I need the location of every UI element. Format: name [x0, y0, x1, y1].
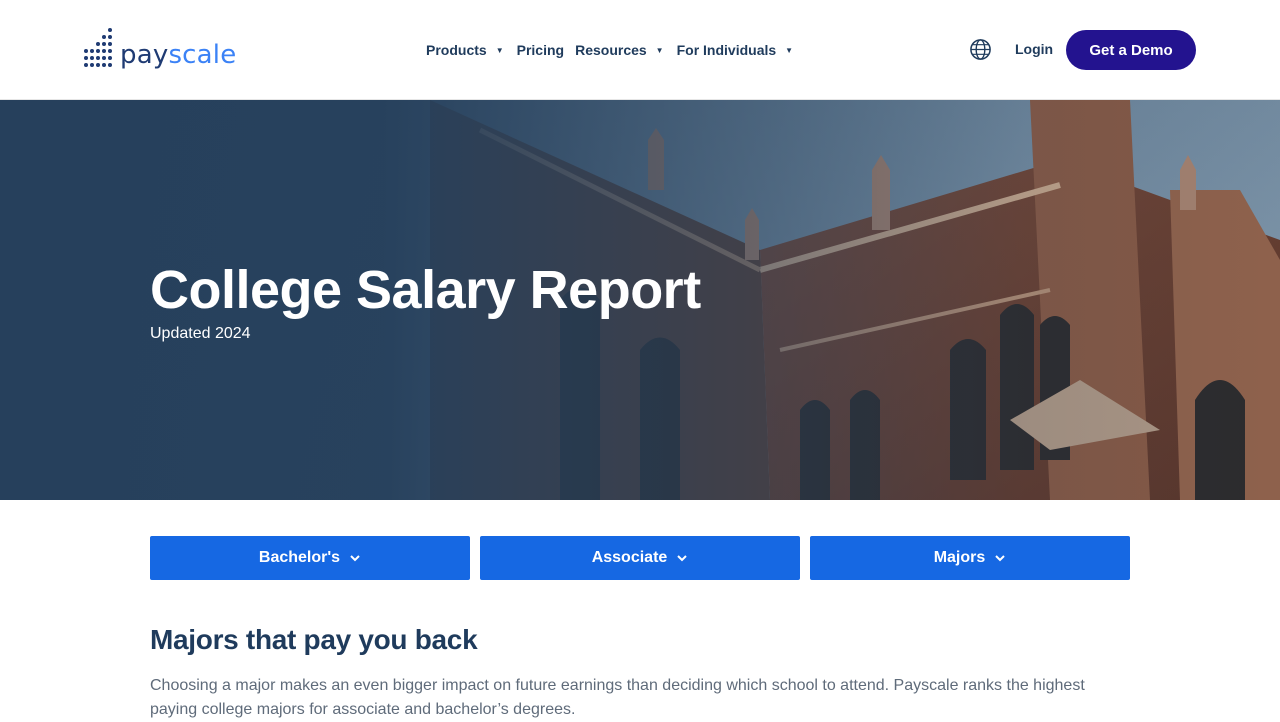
nav-item-for-individuals[interactable]: For Individuals ▼	[677, 42, 794, 58]
chevron-down-icon	[995, 555, 1005, 562]
section-description: Choosing a major makes an even bigger im…	[150, 677, 1085, 718]
nav-item-resources[interactable]: Resources ▼	[575, 42, 664, 58]
nav-item-label: Products	[426, 42, 487, 58]
majors-dropdown-button[interactable]: Majors	[810, 536, 1130, 580]
globe-icon[interactable]	[969, 38, 992, 61]
caret-down-icon: ▼	[785, 45, 794, 55]
nav-item-pricing[interactable]: Pricing	[517, 42, 564, 58]
nav-item-label: Pricing	[516, 42, 565, 58]
filter-label: Associate	[591, 549, 668, 566]
filter-label: Majors	[933, 549, 986, 566]
logo-wordmark: payscale	[120, 40, 236, 70]
section-heading: Majors that pay you back	[150, 624, 478, 655]
bachelors-dropdown-button[interactable]: Bachelor's	[150, 536, 470, 580]
updated-date: Updated 2024	[150, 325, 251, 342]
nav-item-products[interactable]: Products ▼	[426, 42, 504, 58]
main-nav: Products ▼ Pricing Resources ▼ For Indiv…	[426, 38, 806, 62]
nav-item-label: For Individuals	[676, 42, 777, 58]
page-title: College Salary Report	[150, 260, 701, 320]
filter-label: Bachelor's	[258, 549, 341, 566]
payscale-logo[interactable]: payscale	[84, 28, 236, 70]
degree-filter-bar: Bachelor's Associate Majors	[150, 536, 1130, 580]
get-a-demo-button[interactable]: Get a Demo	[1066, 30, 1196, 70]
hero-banner: College Salary Report Updated 2024	[0, 100, 1280, 500]
logo-bars-icon	[84, 28, 114, 70]
logo-text-pay: pay	[120, 40, 169, 70]
login-link[interactable]: Login	[1015, 41, 1053, 57]
caret-down-icon: ▼	[495, 45, 504, 55]
chevron-down-icon	[677, 555, 688, 562]
site-header: payscale Products ▼ Pricing Resources ▼ …	[0, 0, 1280, 100]
chevron-down-icon	[350, 555, 360, 562]
logo-text-scale: scale	[168, 40, 237, 70]
nav-item-label: Resources	[575, 42, 647, 58]
associate-dropdown-button[interactable]: Associate	[480, 536, 800, 580]
caret-down-icon: ▼	[655, 45, 664, 55]
